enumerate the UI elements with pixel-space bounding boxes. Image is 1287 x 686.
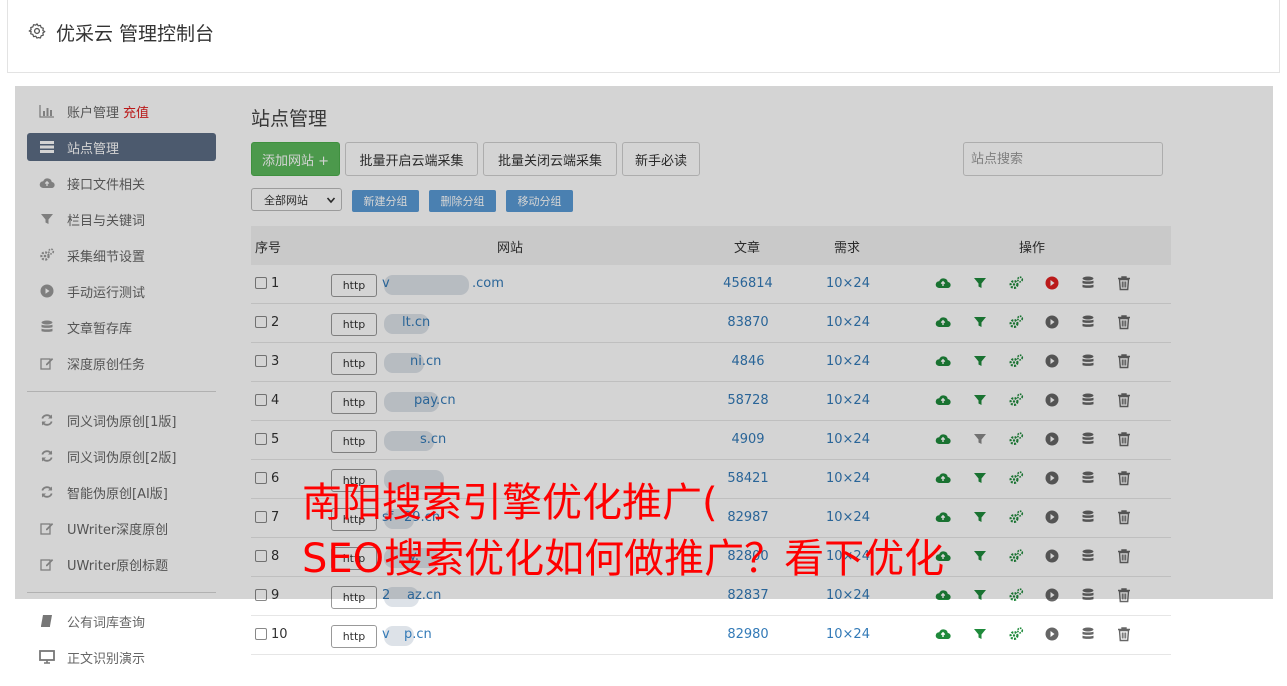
play-circle-icon[interactable] — [1044, 626, 1060, 642]
sidebar-item-text-recognition[interactable]: 正文识别演示 — [27, 643, 216, 671]
gear-icon — [28, 23, 46, 39]
table-row: 10 http v p.cn 82980 10×24 — [251, 616, 1171, 655]
app-title: 优采云 管理控制台 — [56, 23, 215, 45]
row-checkbox[interactable] — [255, 628, 267, 640]
top-header: 优采云 管理控制台 — [7, 0, 1280, 73]
article-count[interactable]: 82980 — [691, 627, 805, 642]
cloud-upload-icon[interactable] — [935, 626, 951, 642]
site-link[interactable]: v p.cn — [382, 627, 572, 642]
protocol-badge[interactable]: http — [331, 625, 377, 648]
row-number: 10 — [271, 627, 288, 642]
database-icon[interactable] — [1080, 626, 1096, 642]
need-value[interactable]: 10×24 — [811, 627, 885, 642]
trash-icon[interactable] — [1116, 626, 1132, 642]
filter-icon[interactable] — [972, 626, 988, 642]
site-prefix: v — [382, 627, 390, 642]
sidebar-item-label: 正文识别演示 — [67, 651, 146, 667]
site-suffix: p.cn — [404, 627, 432, 642]
sidebar-item-public-thesaurus[interactable]: 公有词库查询 — [27, 607, 216, 635]
gears-icon[interactable] — [1008, 626, 1024, 642]
overlay-headline-line1: 南阳搜索引擎优化推广( — [302, 480, 718, 526]
overlay-headline-line2: SEO搜索优化如何做推广？看下优化 — [302, 536, 945, 582]
monitor-icon — [39, 649, 55, 665]
sidebar-item-label: 公有词库查询 — [67, 615, 146, 631]
book-icon — [39, 613, 55, 629]
